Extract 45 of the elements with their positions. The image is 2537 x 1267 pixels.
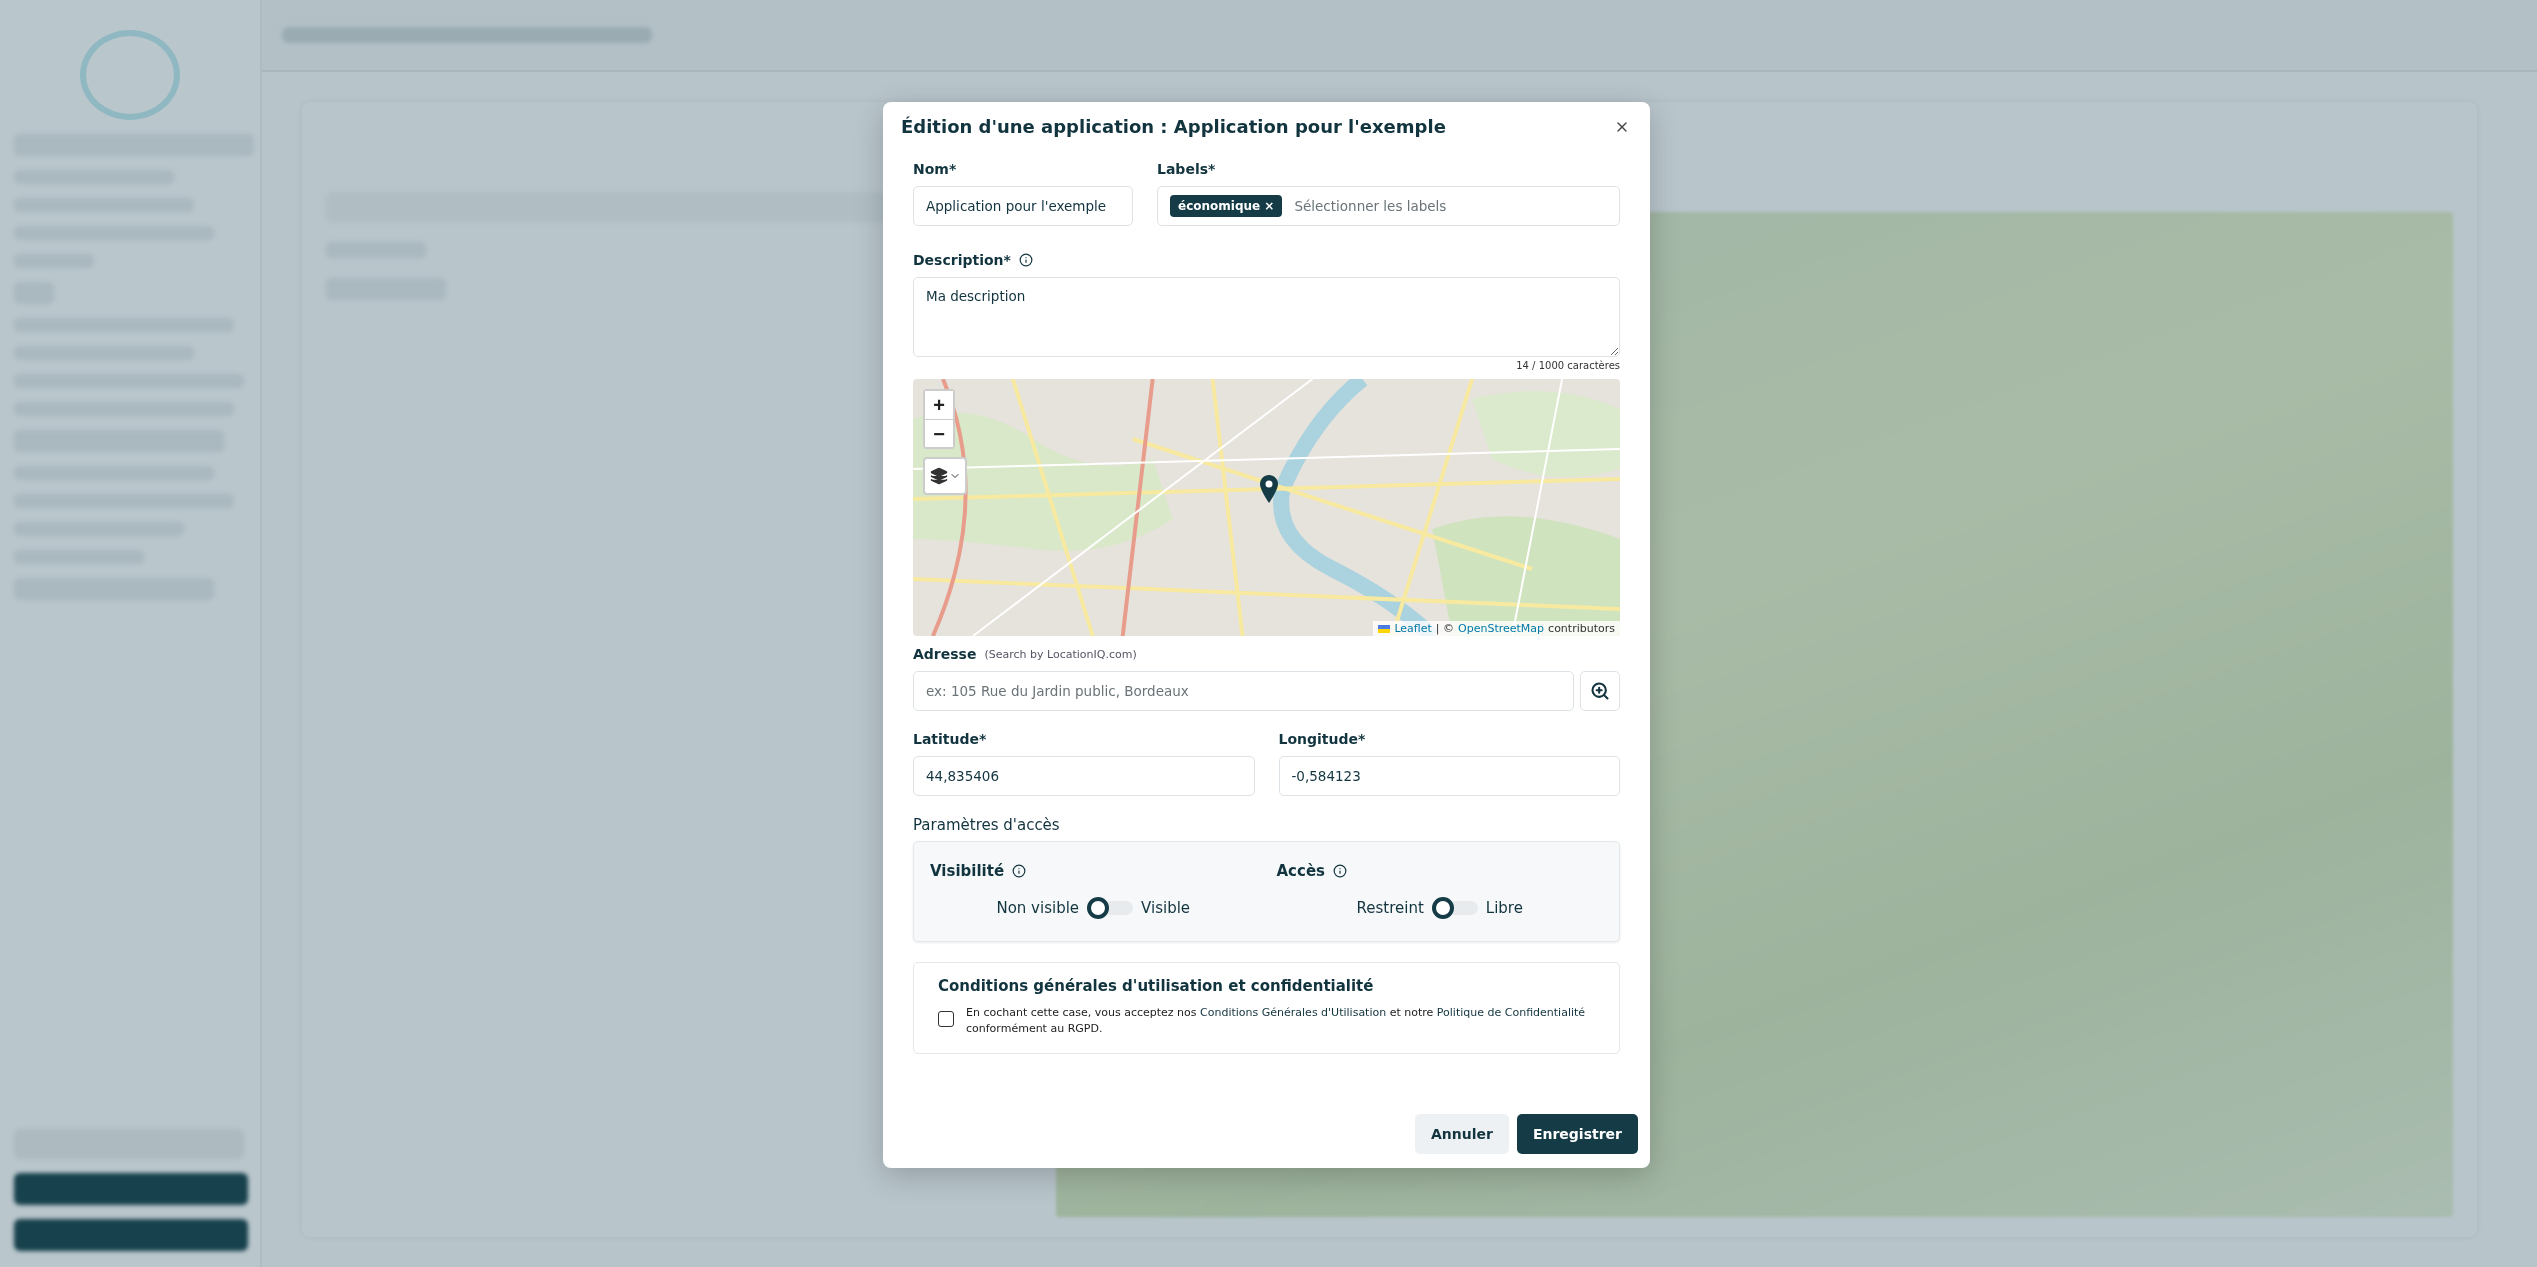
- layers-button[interactable]: [923, 457, 967, 495]
- field-hint: (Search by LocationIQ.com): [984, 647, 1137, 661]
- zoom-out-button[interactable]: −: [925, 419, 953, 447]
- flag-icon: [1378, 624, 1391, 633]
- search-button[interactable]: [1580, 671, 1620, 711]
- info-icon[interactable]: [1018, 253, 1033, 267]
- coordinate-input[interactable]: -0,584123: [1278, 756, 1620, 796]
- setting-title: Visibilité: [930, 862, 1005, 880]
- terms-checkbox[interactable]: [938, 1011, 954, 1027]
- field-label: Labels*: [1157, 161, 1216, 177]
- leaflet-link[interactable]: Leaflet: [1394, 622, 1432, 635]
- openstreetmap-link[interactable]: OpenStreetMap: [1458, 622, 1545, 635]
- info-icon[interactable]: [1333, 864, 1347, 878]
- field-label: Longitude*: [1278, 731, 1366, 747]
- field-label: Adresse: [913, 646, 977, 662]
- dialog-title: Édition d'une application : Application pour l'exemple: [901, 116, 1446, 137]
- name-input[interactable]: Application pour l'exemple: [913, 186, 1133, 226]
- terms-link[interactable]: Conditions Générales d'Utilisation: [1200, 1006, 1387, 1019]
- terms-title: Conditions générales d'utilisation et confidentialité: [938, 977, 1375, 995]
- section-title: Paramètres d'accès: [913, 816, 1061, 834]
- privacy-link[interactable]: Politique de Confidentialité: [1436, 1006, 1586, 1019]
- setting-title: Accès: [1276, 862, 1325, 880]
- labels-select[interactable]: économique × Sélectionner les labels: [1157, 186, 1620, 226]
- field-label: Description*: [913, 252, 1011, 268]
- toggle-label: Non visible: [996, 899, 1080, 917]
- field-label: Nom*: [913, 161, 957, 177]
- address-input[interactable]: ex: 105 Rue du Jardin public, Bordeaux: [913, 671, 1574, 711]
- toggle-label: Libre: [1485, 899, 1523, 917]
- field-label: Latitude*: [913, 731, 987, 747]
- toggle-label: Visible: [1141, 899, 1191, 917]
- character-counter: 14 / 1000 caractères: [1515, 360, 1620, 371]
- layers-icon: [929, 467, 948, 485]
- toggle-label: Restreint: [1356, 899, 1424, 917]
- select-placeholder: Sélectionner les labels: [1294, 198, 1447, 214]
- terms-text: En cochant cette case, vous acceptez nos Conditions Générales d'Utilisation et notre Politique de Confidentialité conformément au RGPD.: [966, 1005, 1587, 1037]
- label-tag[interactable]: économique ×: [1170, 195, 1283, 217]
- description-textarea[interactable]: Ma description: [913, 277, 1620, 357]
- attribution-text: | ©: [1435, 622, 1455, 635]
- attribution-text: contributors: [1548, 622, 1615, 635]
- cancel-button[interactable]: Annuler: [1414, 1114, 1509, 1154]
- save-button[interactable]: Enregistrer: [1516, 1114, 1638, 1154]
- search-icon: [1590, 681, 1610, 701]
- info-icon[interactable]: [1012, 864, 1027, 878]
- map-pin-icon[interactable]: [1260, 475, 1278, 503]
- coordinate-input[interactable]: 44,835406: [913, 756, 1255, 796]
